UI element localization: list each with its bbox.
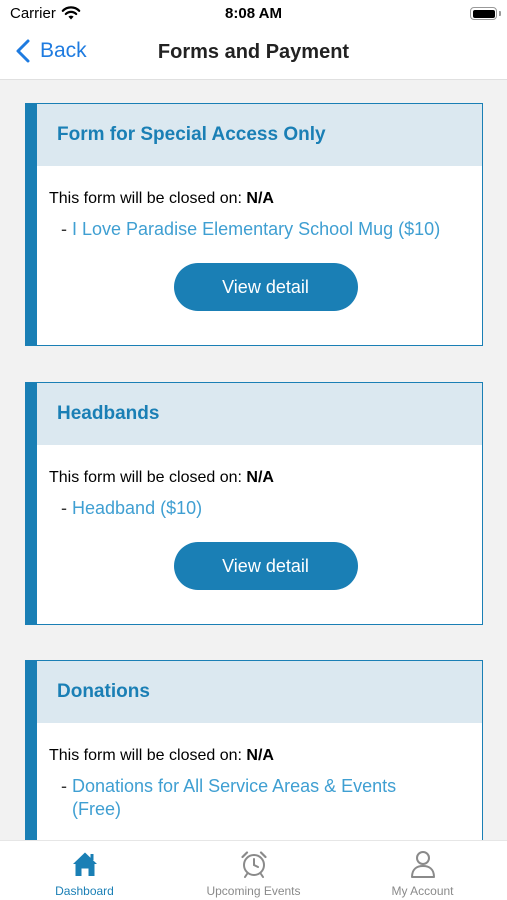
closing-date-value: N/A (246, 469, 274, 486)
item-bullet: - (61, 498, 67, 518)
form-card: Form for Special Access Only This form w… (25, 103, 483, 346)
page-title: Forms and Payment (157, 41, 350, 63)
form-item: - Donations for All Service Areas & Even… (49, 775, 439, 821)
tab-my-account[interactable]: My Account (338, 841, 507, 900)
closing-date-line: This form will be closed on: N/A (49, 747, 482, 765)
closing-date-line: This form will be closed on: N/A (49, 190, 482, 208)
form-title: Headbands (57, 403, 160, 424)
tab-bar: Dashboard Upcoming Events My Account (0, 840, 507, 900)
item-bullet: - (61, 776, 67, 796)
tab-label: Upcoming Events (206, 884, 301, 898)
forms-list[interactable]: Form for Special Access Only This form w… (0, 81, 507, 840)
closing-date-label: This form will be closed on: (49, 469, 242, 486)
closing-date-line: This form will be closed on: N/A (49, 469, 482, 487)
view-detail-button[interactable]: View detail (173, 263, 358, 311)
form-card-body: This form will be closed on: N/A - I Lov… (37, 166, 482, 311)
form-title: Form for Special Access Only (57, 124, 326, 145)
tab-upcoming-events[interactable]: Upcoming Events (169, 841, 338, 900)
form-card: Headbands This form will be closed on: N… (25, 382, 483, 625)
tab-label: My Account (391, 884, 454, 898)
closing-date-value: N/A (246, 747, 274, 764)
form-card-body: This form will be closed on: N/A - Donat… (37, 723, 482, 821)
form-card-header: Headbands (37, 383, 482, 445)
closing-date-label: This form will be closed on: (49, 747, 242, 764)
form-item-link[interactable]: Headband ($10) (72, 497, 202, 520)
alarm-clock-icon (240, 851, 267, 878)
form-item-link[interactable]: I Love Paradise Elementary School Mug ($… (72, 218, 440, 241)
form-card-header: Donations (37, 661, 482, 723)
navigation-bar: Back Forms and Payment (0, 30, 507, 80)
tab-label: Dashboard (55, 884, 114, 898)
home-icon (72, 852, 97, 876)
battery-icon (470, 7, 497, 20)
form-item: - Headband ($10) (49, 497, 482, 520)
form-card-header: Form for Special Access Only (37, 104, 482, 166)
closing-date-value: N/A (246, 190, 274, 207)
form-card-body: This form will be closed on: N/A - Headb… (37, 445, 482, 590)
view-detail-button[interactable]: View detail (173, 542, 358, 590)
form-item-link[interactable]: Donations for All Service Areas & Events… (72, 775, 439, 821)
form-card: Donations This form will be closed on: N… (25, 660, 483, 840)
status-bar: Carrier 8:08 AM (0, 0, 507, 30)
person-icon (410, 851, 435, 878)
closing-date-label: This form will be closed on: (49, 190, 242, 207)
clock: 8:08 AM (225, 5, 282, 22)
form-item: - I Love Paradise Elementary School Mug … (49, 218, 482, 241)
battery-tip (499, 11, 501, 16)
item-bullet: - (61, 219, 67, 239)
tab-dashboard[interactable]: Dashboard (0, 841, 169, 900)
form-title: Donations (57, 681, 150, 702)
